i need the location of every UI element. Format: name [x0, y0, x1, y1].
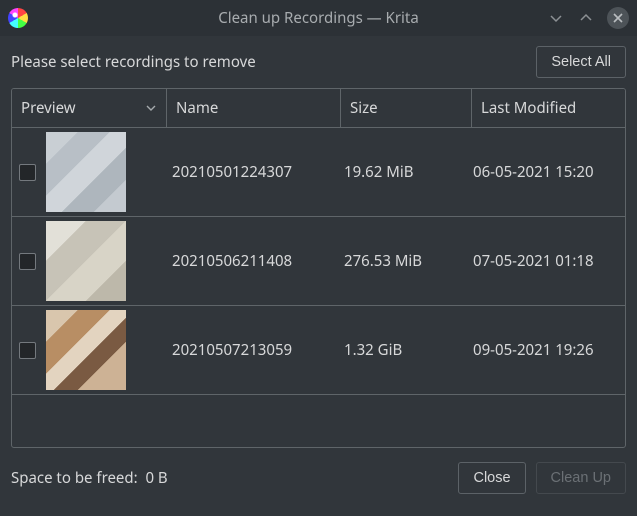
- select-all-button[interactable]: Select All: [536, 46, 626, 78]
- table-row[interactable]: 202105072130591.32 GiB09-05-2021 19:26: [12, 306, 625, 395]
- column-label: Name: [176, 98, 218, 118]
- minimize-icon[interactable]: [547, 9, 565, 27]
- cell-preview: [12, 306, 164, 394]
- recordings-table: Preview Name Size Last Modified 20210501…: [11, 88, 626, 448]
- table-body: 2021050122430719.62 MiB06-05-2021 15:202…: [12, 128, 625, 447]
- krita-app-icon: [8, 8, 28, 28]
- maximize-icon[interactable]: [577, 9, 595, 27]
- close-button[interactable]: Close: [458, 462, 525, 494]
- thumbnail: [46, 132, 126, 212]
- dialog-content: Please select recordings to remove Selec…: [0, 36, 637, 494]
- cell-last-modified: 07-05-2021 01:18: [465, 217, 625, 305]
- cell-preview: [12, 217, 164, 305]
- row-checkbox[interactable]: [19, 164, 36, 181]
- cell-size: 1.32 GiB: [336, 306, 465, 394]
- instruction-label: Please select recordings to remove: [11, 52, 256, 72]
- thumbnail: [46, 221, 126, 301]
- top-row: Please select recordings to remove Selec…: [11, 46, 626, 78]
- titlebar: Clean up Recordings — Krita: [0, 0, 637, 36]
- cell-last-modified: 06-05-2021 15:20: [465, 128, 625, 216]
- window-controls: [547, 7, 629, 29]
- cell-size: 19.62 MiB: [336, 128, 465, 216]
- column-header-last-modified[interactable]: Last Modified: [472, 89, 625, 127]
- space-to-be-freed-label: Space to be freed: 0 B: [11, 468, 168, 488]
- column-label: Last Modified: [481, 98, 576, 118]
- close-icon[interactable]: [607, 7, 629, 29]
- space-value: 0 B: [145, 468, 167, 488]
- table-row[interactable]: 20210506211408276.53 MiB07-05-2021 01:18: [12, 217, 625, 306]
- cell-name: 20210507213059: [164, 306, 336, 394]
- row-checkbox[interactable]: [19, 253, 36, 270]
- cell-name: 20210506211408: [164, 217, 336, 305]
- column-header-preview[interactable]: Preview: [12, 89, 167, 127]
- column-label: Size: [350, 98, 378, 118]
- cell-preview: [12, 128, 164, 216]
- table-row[interactable]: 2021050122430719.62 MiB06-05-2021 15:20: [12, 128, 625, 217]
- cell-last-modified: 09-05-2021 19:26: [465, 306, 625, 394]
- column-label: Preview: [21, 98, 76, 118]
- space-label-text: Space to be freed:: [11, 468, 138, 488]
- cell-name: 20210501224307: [164, 128, 336, 216]
- column-header-name[interactable]: Name: [167, 89, 341, 127]
- window-title: Clean up Recordings — Krita: [0, 8, 637, 28]
- sort-indicator-icon: [146, 103, 156, 113]
- cell-size: 276.53 MiB: [336, 217, 465, 305]
- column-header-size[interactable]: Size: [341, 89, 472, 127]
- table-header: Preview Name Size Last Modified: [12, 89, 625, 128]
- bottom-buttons: Close Clean Up: [458, 462, 626, 494]
- clean-up-button[interactable]: Clean Up: [536, 462, 626, 494]
- bottom-row: Space to be freed: 0 B Close Clean Up: [11, 448, 626, 494]
- row-checkbox[interactable]: [19, 342, 36, 359]
- thumbnail: [46, 310, 126, 390]
